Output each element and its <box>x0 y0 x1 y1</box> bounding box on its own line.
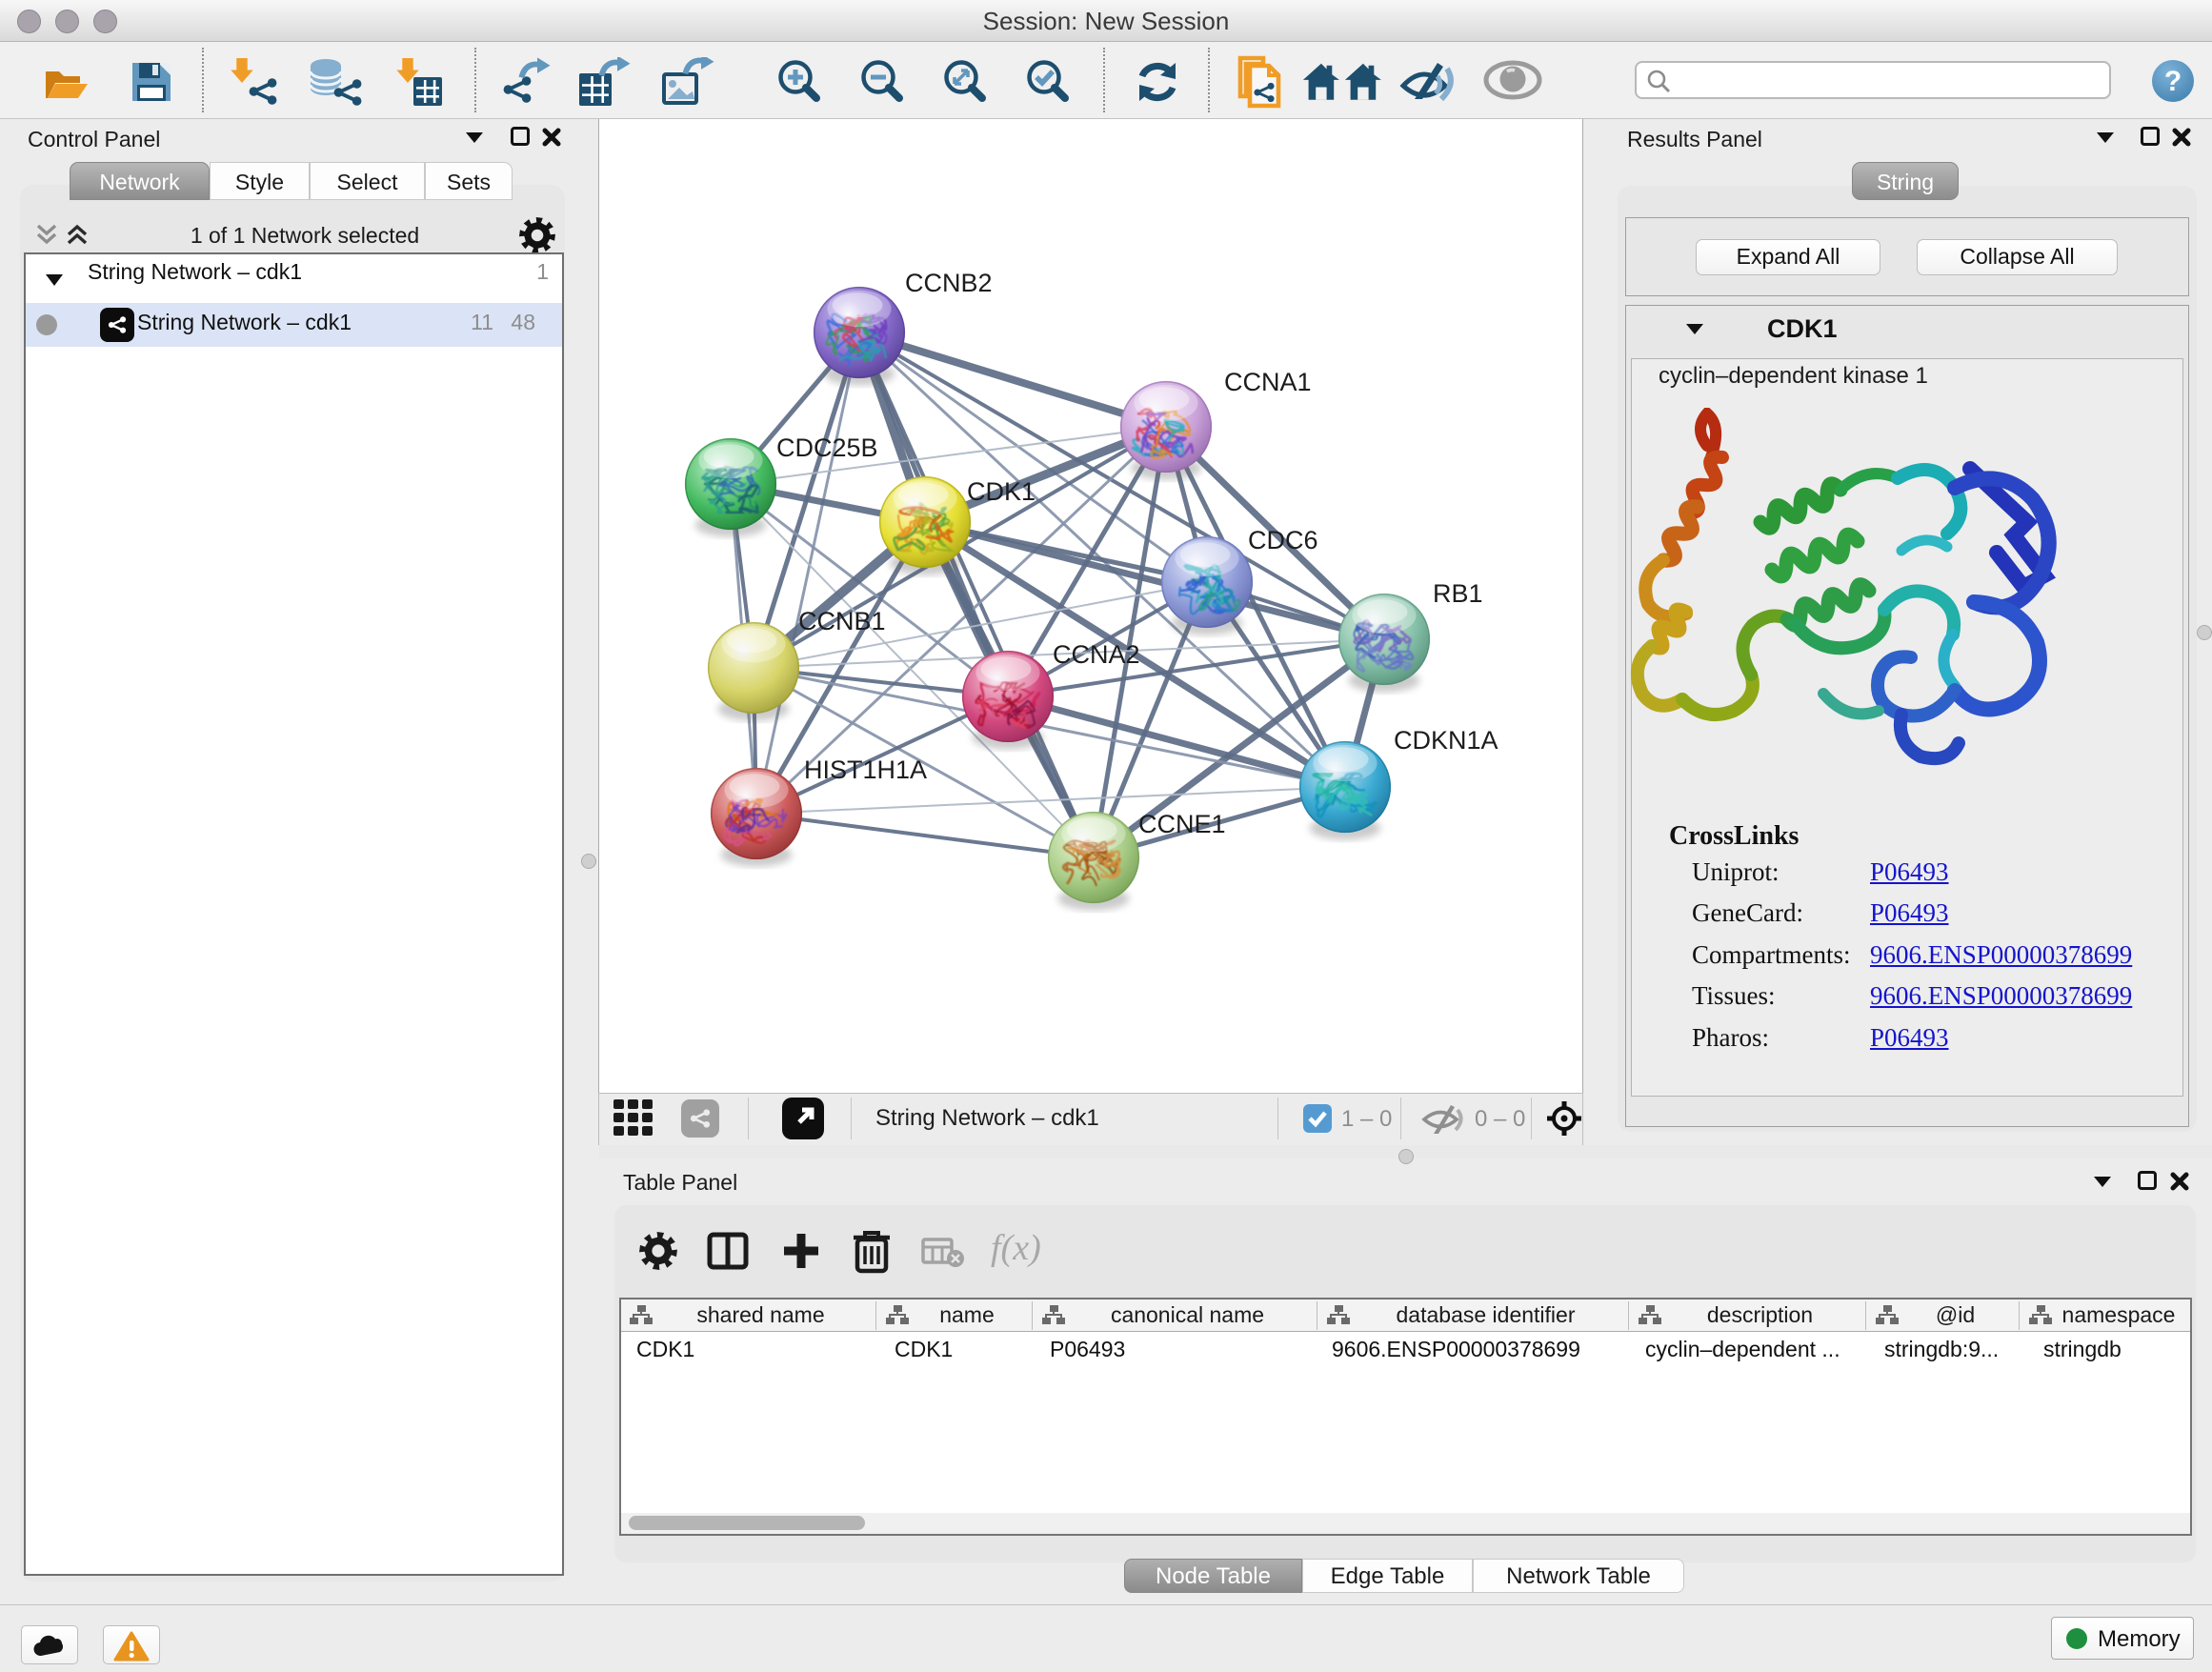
svg-text:CDC25B: CDC25B <box>776 433 878 462</box>
svg-text:CCNB2: CCNB2 <box>905 269 993 297</box>
svg-text:CCNA1: CCNA1 <box>1224 368 1312 396</box>
svg-text:?: ? <box>2164 66 2182 97</box>
svg-text:CDKN1A: CDKN1A <box>1394 726 1498 755</box>
svg-text:HIST1H1A: HIST1H1A <box>804 755 927 784</box>
svg-text:CDK1: CDK1 <box>967 477 1036 506</box>
svg-text:CCNB1: CCNB1 <box>798 607 886 635</box>
svg-text:RB1: RB1 <box>1433 579 1483 608</box>
svg-text:CDC6: CDC6 <box>1248 526 1318 554</box>
svg-text:CCNA2: CCNA2 <box>1053 640 1140 669</box>
svg-text:CCNE1: CCNE1 <box>1138 810 1226 838</box>
